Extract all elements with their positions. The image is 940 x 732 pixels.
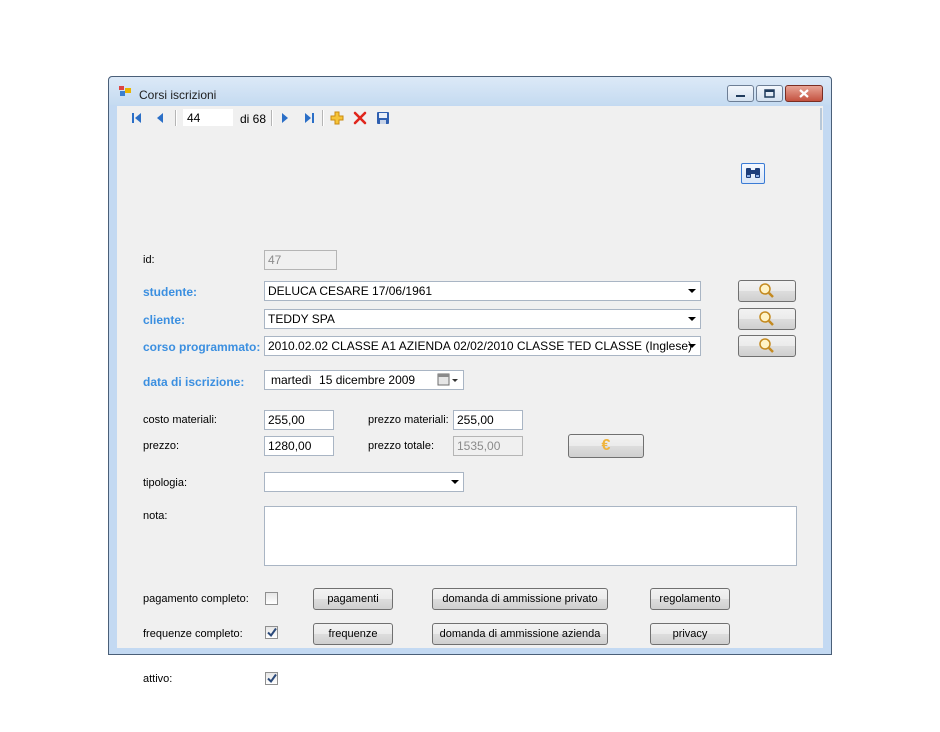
restore-button[interactable] [756,85,783,102]
find-button[interactable] [741,163,765,184]
domanda-privato-button[interactable]: domanda di ammissione privato [432,588,608,610]
minimize-icon [736,95,745,97]
pagamento-completo-checkbox[interactable] [265,592,278,605]
nota-textarea[interactable] [264,506,797,566]
pagamenti-button[interactable]: pagamenti [313,588,393,610]
previous-record-icon[interactable] [152,110,168,126]
close-icon [799,89,809,98]
id-field: 47 [264,250,337,270]
navigator-toolbar: di 68 [117,106,823,131]
prezzo-materiali-field[interactable]: 255,00 [453,410,523,430]
frequenze-button[interactable]: frequenze [313,623,393,645]
regolamento-button[interactable]: regolamento [650,588,730,610]
tipologia-label: tipologia: [143,477,188,489]
search-studente-button[interactable] [738,280,796,302]
calendar-icon[interactable] [437,373,459,387]
studente-label[interactable]: studente: [143,285,197,299]
restore-icon [764,89,775,98]
costo-materiali-field[interactable]: 255,00 [264,410,334,430]
calculate-total-button[interactable]: € [568,434,644,458]
record-position-input[interactable] [183,109,233,126]
minimize-button[interactable] [727,85,754,102]
pagamento-completo-label: pagamento completo: [143,593,249,605]
prezzo-materiali-label: prezzo materiali: [368,414,449,426]
close-button[interactable] [785,85,823,102]
add-record-icon[interactable] [329,110,345,126]
first-record-icon[interactable] [129,110,145,126]
main-window: Corsi iscrizioni di 68 [108,76,832,685]
corso-programmato-combo[interactable]: 2010.02.02 CLASSE A1 AZIENDA 02/02/2010 … [264,336,701,356]
form-client-area: di 68 id: 47 studente: [117,106,823,685]
corso-programmato-value: 2010.02.02 CLASSE A1 AZIENDA 02/02/2010 … [268,339,693,353]
next-record-icon[interactable] [277,110,293,126]
date-day: martedì [271,373,312,387]
delete-record-icon[interactable] [352,110,368,126]
title-bar[interactable]: Corsi iscrizioni [109,77,831,105]
tipologia-combo[interactable] [264,472,464,492]
id-label: id: [143,254,155,266]
toolbar-scroll-edge [820,108,822,130]
prezzo-totale-field: 1535,00 [453,436,523,456]
prezzo-field[interactable]: 1280,00 [264,436,334,456]
studente-combo[interactable]: DELUCA CESARE 17/06/1961 [264,281,701,301]
toolbar-separator [322,110,324,126]
record-count-label: di 68 [240,112,267,126]
studente-value: DELUCA CESARE 17/06/1961 [268,284,433,298]
date-value: 15 dicembre 2009 [319,373,416,387]
frequenze-completo-checkbox[interactable] [265,626,278,639]
costo-materiali-label: costo materiali: [143,414,217,426]
domanda-azienda-button[interactable]: domanda di ammissione azienda [432,623,608,645]
dropdown-arrow-icon [688,317,696,321]
data-iscrizione-picker[interactable]: martedì 15 dicembre 2009 [264,370,464,390]
app-icon [119,86,131,96]
dropdown-arrow-icon [688,289,696,293]
cliente-combo[interactable]: TEDDY SPA [264,309,701,329]
attivo-checkbox[interactable] [265,672,278,685]
search-corso-button[interactable] [738,335,796,357]
attivo-label: attivo: [143,673,173,685]
cliente-label[interactable]: cliente: [143,313,185,327]
corso-programmato-label[interactable]: corso programmato: [143,340,260,354]
dropdown-arrow-icon [451,480,459,484]
checkmark-icon [267,627,277,638]
checkmark-icon [267,673,277,684]
toolbar-separator [271,110,273,126]
binoculars-icon [746,168,760,178]
privacy-button[interactable]: privacy [650,623,730,645]
cliente-value: TEDDY SPA [268,312,335,326]
toolbar-separator [175,110,177,126]
magnifier-icon [759,338,774,353]
magnifier-icon [759,283,774,298]
last-record-icon[interactable] [301,110,317,126]
prezzo-label: prezzo: [143,440,180,452]
dropdown-arrow-icon [688,344,696,348]
save-icon[interactable] [375,110,391,126]
prezzo-totale-label: prezzo totale: [368,440,435,452]
frequenze-completo-label: frequenze completo: [143,628,243,640]
magnifier-icon [759,311,774,326]
search-cliente-button[interactable] [738,308,796,330]
nota-label: nota: [143,510,168,522]
data-iscrizione-label: data di iscrizione: [143,375,245,389]
window-title: Corsi iscrizioni [139,88,217,102]
